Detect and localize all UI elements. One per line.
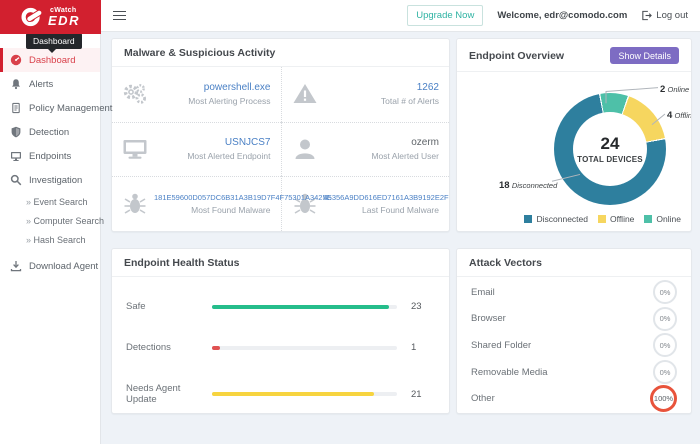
brand-edr: EDR [48,12,80,28]
health-bar-track [212,345,397,350]
sidebar-item-computer-search[interactable]: Computer Search [0,211,105,230]
panel-title: Malware & Suspicious Activity [124,47,276,59]
sidebar-item-policy-management[interactable]: Policy Management [0,96,112,120]
welcome-text: Welcome, edr@comodo.com [497,10,628,21]
sidebar: Dashboard Dashboard Alerts Policy Manage… [0,32,112,444]
top-bar: Upgrade Now Welcome, edr@comodo.com Log … [0,0,700,32]
logout-button[interactable]: Log out [641,10,688,21]
attack-row-browser: Browser 0% [471,306,677,333]
sidebar-item-alerts[interactable]: Alerts [0,72,100,96]
dashboard-gauge-icon [10,54,22,66]
dashboard-tooltip: Dashboard [26,33,82,52]
sidebar-item-download-agent[interactable]: Download Agent [0,254,100,278]
user-icon [295,139,314,160]
panel-title: Attack Vectors [469,257,542,269]
stat-last-found-malware: 45356A9DD616ED7161A3B9192E2F318D0ALast F… [280,176,450,231]
stat-most-alerted-endpoint: USNJCS7 Most Alerted Endpoint [112,121,281,177]
attack-vectors-panel: Attack Vectors Email 0% Browser 0% Share… [456,248,692,414]
stat-value-link[interactable]: USNJCS7 [154,137,271,148]
sidebar-item-endpoints[interactable]: Endpoints [0,144,100,168]
panel-title: Endpoint Overview [469,49,565,62]
health-bar-detections [212,345,220,350]
health-bar-needs-update [212,392,374,396]
attack-percent-badge: 0% [653,280,677,305]
donut-center: 24 TOTAL DEVICES [554,93,666,205]
monitor-icon [11,152,21,161]
upgrade-now-button[interactable]: Upgrade Now [407,5,484,26]
stat-most-alerted-user: ozerm Most Alerted User [280,121,449,177]
attack-row-email: Email 0% [471,279,677,306]
bell-icon [12,79,20,90]
stat-value-link[interactable]: 181E59600D057DC6B31A3B19D7F4F75301A3425E [154,193,332,202]
total-devices-label: TOTAL DEVICES [577,155,643,164]
sidebar-item-investigation[interactable]: Investigation [0,168,100,192]
shield-icon [11,126,21,138]
sidebar-item-hash-search[interactable]: Hash Search [0,230,100,249]
sidebar-item-event-search[interactable]: Event Search [0,192,100,211]
gears-icon [123,84,146,105]
health-bar-safe [212,304,390,309]
total-devices-value: 24 [600,134,620,153]
attack-percent-badge: 0% [653,333,677,358]
endpoint-health-panel: Endpoint Health Status Safe 23 Detection… [111,248,450,414]
search-icon [10,174,22,186]
endpoint-overview-panel: Endpoint Overview Show Details 24 TOTAL … [456,38,692,232]
attack-percent-badge: 0% [653,360,677,385]
malware-activity-panel: Malware & Suspicious Activity powershell… [111,38,450,232]
donut-callout-disconnected: 18 Disconnected [499,180,558,191]
donut-callout-offline: 4 Offline [667,110,692,121]
attack-row-removable-media: Removable Media 0% [471,359,677,386]
logout-label: Log out [656,10,688,21]
comodo-mark-icon [21,7,43,27]
stat-value-link[interactable]: 45356A9DD616ED7161A3B9192E2F318D0A [324,193,450,202]
download-icon [10,261,22,272]
health-row-detections: Detections 1 [126,342,417,353]
logout-icon [642,10,653,21]
show-details-button[interactable]: Show Details [610,47,679,64]
attack-percent-badge: 0% [653,306,677,331]
attack-row-shared-folder: Shared Folder 0% [471,332,677,359]
stat-total-alerts: 1262 Total # of Alerts [280,67,450,122]
document-icon [12,102,20,114]
attack-row-other: Other 100% [471,385,677,413]
main-content: Malware & Suspicious Activity powershell… [101,32,700,444]
attack-percent-badge-highlighted: 100% [650,385,677,413]
panel-title: Endpoint Health Status [124,257,240,269]
cwatch-edr-logo[interactable]: cWatch EDR [0,0,101,34]
health-bar-track [212,304,397,309]
health-row-safe: Safe 23 [126,301,422,312]
donut-callout-online: 2 Online [660,84,690,95]
stat-value-link[interactable]: powershell.exe [154,82,271,93]
monitor-icon [123,140,147,160]
stat-most-found-malware: 181E59600D057DC6B31A3B19D7F4F75301A3425E… [112,176,332,231]
hamburger-menu-icon[interactable] [113,10,126,21]
bug-icon [124,193,146,214]
health-row-needs-agent-update: Needs Agent Update 21 [126,383,422,405]
stat-most-alerting-process: powershell.exe Most Alerting Process [112,67,281,122]
stat-value-link[interactable]: 1262 [324,82,439,93]
health-bar-track [212,392,397,396]
warning-icon [293,84,316,104]
sidebar-item-detection[interactable]: Detection [0,120,100,144]
edr-dashboard-app: Upgrade Now Welcome, edr@comodo.com Log … [0,0,700,444]
stat-value: ozerm [411,137,439,149]
